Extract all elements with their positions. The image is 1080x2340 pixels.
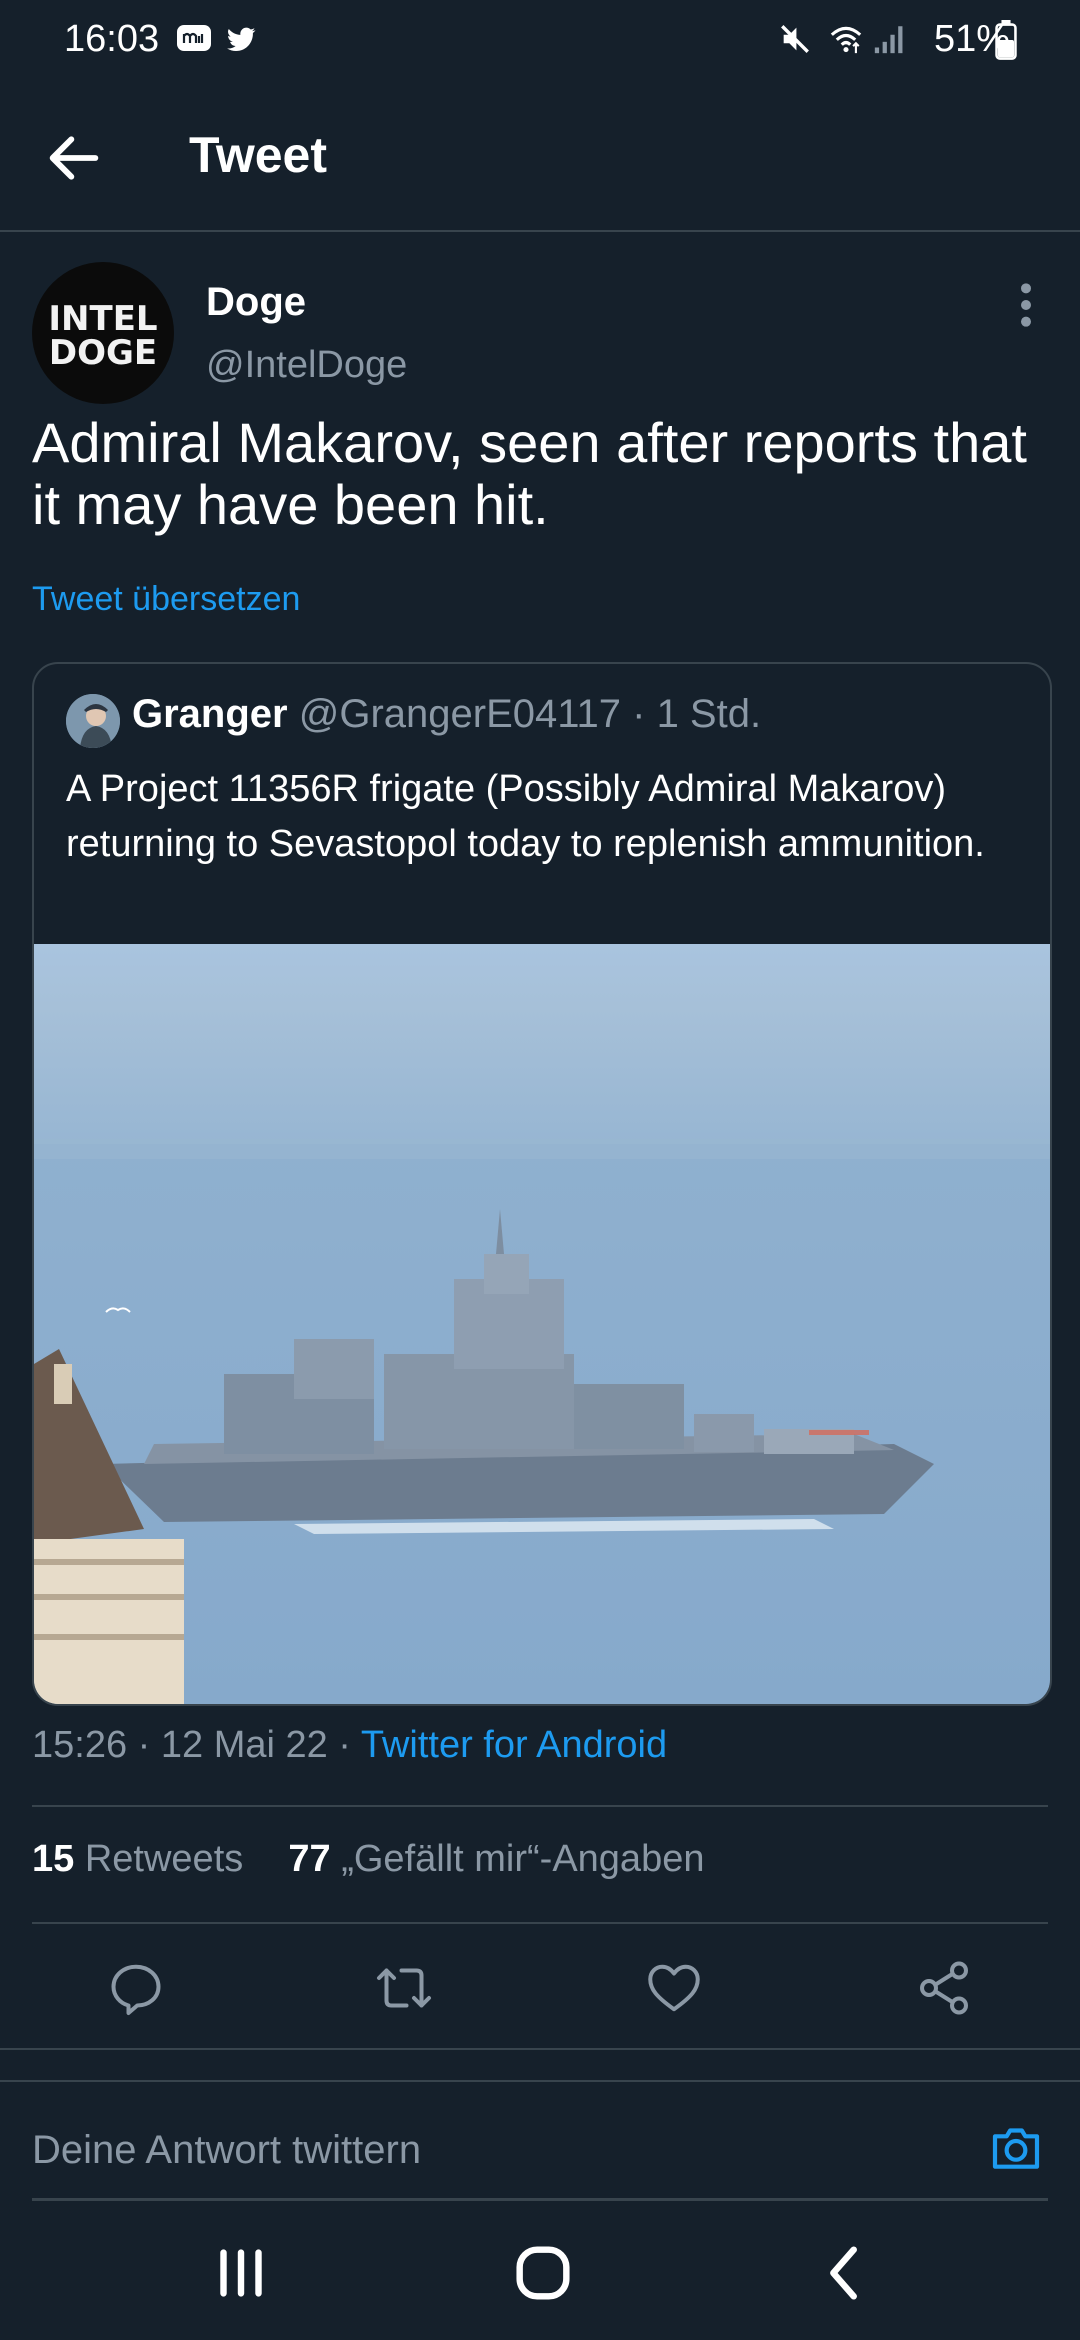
timestamp-text: 15:26 · 12 Mai 22 ·: [32, 1724, 361, 1766]
twitter-bird-icon: [226, 27, 256, 52]
share-icon[interactable]: [914, 1958, 974, 2018]
client-link[interactable]: Twitter for Android: [361, 1724, 667, 1766]
author-name[interactable]: Doge: [206, 280, 306, 325]
page-title: Tweet: [189, 127, 327, 183]
retweet-icon[interactable]: [374, 1958, 434, 2018]
divider: [0, 2080, 1080, 2082]
battery-icon: [995, 20, 1017, 60]
retweet-label[interactable]: Retweets: [85, 1838, 243, 1880]
wifi-icon: [830, 26, 862, 54]
mute-icon: [781, 25, 809, 53]
quote-avatar: [66, 694, 120, 748]
status-time: 16:03: [64, 18, 160, 60]
avatar[interactable]: INTEL DOGE: [32, 262, 174, 404]
status-bar: 16:03 51%: [0, 0, 1080, 82]
quote-text: A Project 11356R frigate (Possibly Admir…: [66, 768, 985, 865]
reply-underline: [32, 2198, 1048, 2201]
tweet-stats: 15 Retweets 77 „Gefällt mir“-Angaben: [32, 1838, 704, 1881]
tweet-text: Admiral Makarov, seen after reports that…: [32, 411, 1027, 536]
avatar-text-line2: DOGE: [48, 333, 158, 373]
like-label[interactable]: „Gefällt mir“-Angaben: [341, 1838, 704, 1880]
top-app-bar: Tweet: [0, 82, 1080, 232]
reply-input[interactable]: Deine Antwort twittern: [32, 2128, 421, 2173]
quote-author-name: Granger: [132, 692, 288, 736]
more-options-icon[interactable]: [1012, 280, 1040, 330]
author-handle[interactable]: @IntelDoge: [206, 344, 407, 387]
camera-icon[interactable]: [988, 2120, 1044, 2176]
retweet-count[interactable]: 15: [32, 1838, 74, 1880]
system-nav-bar: [0, 2210, 1080, 2340]
like-count[interactable]: 77: [288, 1838, 330, 1880]
messages-icon: [177, 25, 211, 51]
translate-tweet-link[interactable]: Tweet übersetzen: [32, 580, 300, 619]
quote-header: Granger @GrangerE04117 · 1 Std.: [132, 692, 761, 737]
home-icon[interactable]: [508, 2238, 578, 2308]
quoted-tweet-card[interactable]: Granger @GrangerE04117 · 1 Std. A Projec…: [32, 662, 1052, 1706]
reply-icon[interactable]: [106, 1958, 166, 2018]
divider: [0, 2048, 1080, 2050]
signal-icon: [874, 26, 903, 54]
frigate-photo[interactable]: [34, 944, 1050, 1704]
tweet-actions-bar: [0, 1924, 1080, 2048]
quote-handle-time: @GrangerE04117 · 1 Std.: [298, 692, 762, 736]
divider: [32, 1805, 1048, 1807]
like-icon[interactable]: [644, 1958, 704, 2018]
back-arrow-icon[interactable]: [42, 126, 106, 190]
avatar-text-line1: INTEL: [48, 299, 158, 339]
recent-apps-icon[interactable]: [206, 2238, 276, 2308]
tweet-timestamp: 15:26 · 12 Mai 22 · Twitter for Android: [32, 1724, 667, 1767]
system-back-icon[interactable]: [810, 2238, 880, 2308]
